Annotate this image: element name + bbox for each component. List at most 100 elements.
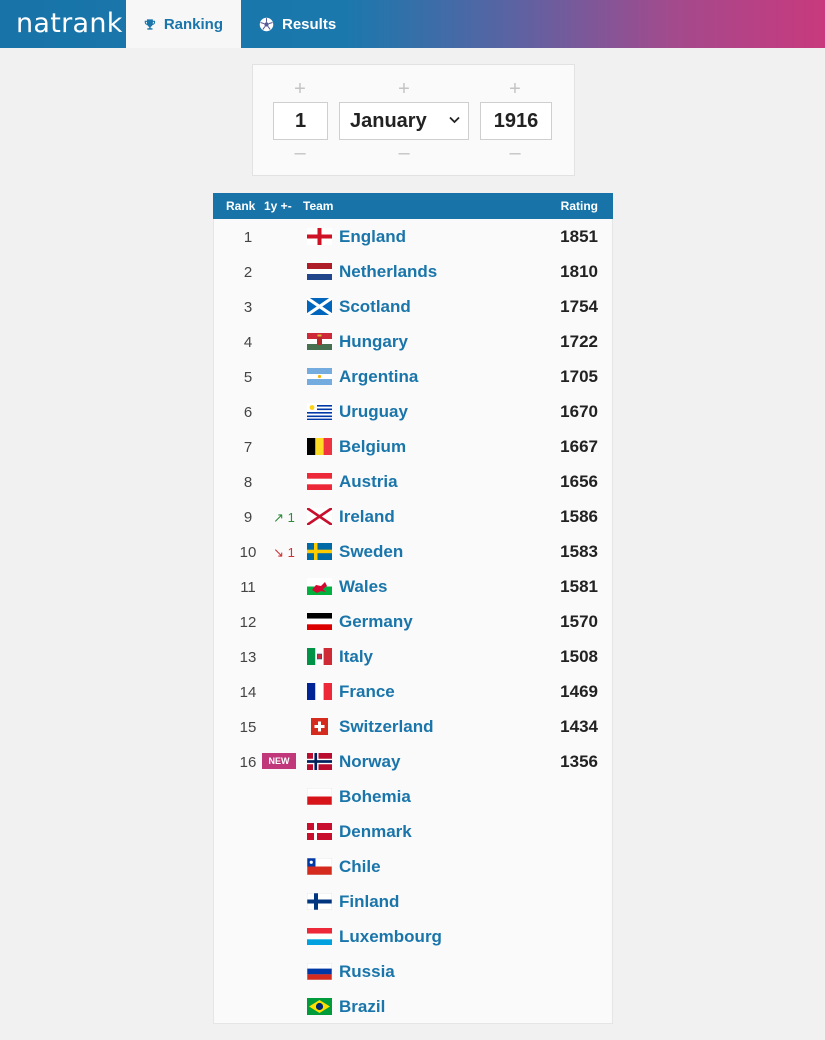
team-link[interactable]: Chile [339,857,381,877]
month-select[interactable]: January [339,102,469,140]
year-input[interactable]: 1916 [480,102,552,140]
trophy-icon [144,18,156,30]
team-link[interactable]: Hungary [339,332,408,352]
month-select-value: January [350,109,427,132]
flag-brazil-icon [307,998,332,1015]
table-row: Brazil [214,989,612,1024]
rank-cell: 2 [243,264,253,281]
day-input[interactable]: 1 [273,102,328,140]
rank-cell: 8 [243,474,253,491]
flag-russia-icon [307,963,332,980]
table-row: Chile [214,849,612,884]
team-link[interactable]: Argentina [339,367,418,387]
year-increment-button[interactable]: + [495,79,535,99]
rank-cell: 3 [243,299,253,316]
table-row: Russia [214,954,612,989]
team-link[interactable]: Netherlands [339,262,437,282]
rank-change: ↗ 1 [273,510,295,525]
table-row: 8 Austria 1656 [214,464,612,499]
rating-cell: 1570 [560,612,598,631]
team-link[interactable]: Norway [339,752,400,772]
logo[interactable]: natrank [16,8,123,39]
team-link[interactable]: Wales [339,577,388,597]
flag-germany-icon [307,613,332,630]
tab-results-label: Results [282,15,337,33]
team-link[interactable]: Italy [339,647,373,667]
rank-cell: 11 [240,579,256,596]
team-link[interactable]: Germany [339,612,413,632]
team-link[interactable]: Scotland [339,297,411,317]
ranking-table: Rank 1y +- Team Rating 1 England 1851 2 Neth… [213,193,613,1024]
team-link[interactable]: Switzerland [339,717,433,737]
rank-cell: 10 [239,544,257,561]
rank-cell: 16 [239,754,257,771]
flag-argentina-icon [307,368,332,385]
header-change[interactable]: 1y +- [264,199,292,213]
rating-cell: 1581 [560,577,598,596]
flag-france-icon [307,683,332,700]
team-link[interactable]: Denmark [339,822,412,842]
day-decrement-button[interactable]: – [280,143,320,163]
team-link[interactable]: England [339,227,406,247]
team-link[interactable]: Belgium [339,437,406,457]
rank-cell: 7 [243,439,253,456]
rank-cell: 13 [239,649,257,666]
team-link[interactable]: Uruguay [339,402,408,422]
team-link[interactable]: Finland [339,892,399,912]
month-increment-button[interactable]: + [384,79,424,99]
header-rank[interactable]: Rank [226,199,255,213]
flag-sweden-icon [307,543,332,560]
month-decrement-button[interactable]: – [384,143,424,163]
team-link[interactable]: Austria [339,472,398,492]
flag-italy-icon [307,648,332,665]
header-team[interactable]: Team [303,199,333,213]
team-link[interactable]: Brazil [339,997,385,1017]
table-row: 16 NEW Norway 1356 [214,744,612,779]
table-row: 14 France 1469 [214,674,612,709]
soccer-ball-icon [259,17,274,31]
rating-cell: 1469 [560,682,598,701]
table-row: 2 Netherlands 1810 [214,254,612,289]
table-row: 15 Switzerland 1434 [214,709,612,744]
flag-england-icon [307,228,332,245]
team-link[interactable]: Ireland [339,507,395,527]
team-link[interactable]: France [339,682,395,702]
team-link[interactable]: Russia [339,962,395,982]
tab-ranking[interactable]: Ranking [126,0,241,48]
day-increment-button[interactable]: + [280,79,320,99]
rating-cell: 1583 [560,542,598,561]
team-link[interactable]: Sweden [339,542,403,562]
flag-finland-icon [307,893,332,910]
flag-switzerland-icon [311,718,328,735]
rating-cell: 1754 [560,297,598,316]
flag-norway-icon [307,753,332,770]
tab-ranking-label: Ranking [163,15,223,33]
year-decrement-button[interactable]: – [495,143,535,163]
header-rating[interactable]: Rating [561,199,598,213]
tab-results[interactable]: Results [241,0,354,48]
flag-chile-icon [307,858,332,875]
rating-cell: 1434 [560,717,598,736]
flag-austria-icon [307,473,332,490]
flag-hungary-icon [307,333,332,350]
top-navbar: natrank Ranking Results [0,0,825,48]
table-row: Luxembourg [214,919,612,954]
team-link[interactable]: Bohemia [339,787,411,807]
rank-cell: 4 [243,334,253,351]
rating-cell: 1810 [560,262,598,281]
rank-cell: 1 [243,229,253,246]
flag-netherlands-icon [307,263,332,280]
rank-cell: 15 [239,719,257,736]
rank-cell: 6 [243,404,253,421]
table-row: 11 Wales 1581 [214,569,612,604]
table-row: 10 ↘ 1 Sweden 1583 [214,534,612,569]
rank-cell: 12 [239,614,257,631]
new-badge: NEW [262,753,296,769]
rating-cell: 1656 [560,472,598,491]
chevron-down-icon [449,116,460,124]
rating-cell: 1722 [560,332,598,351]
rank-cell: 14 [239,684,257,701]
table-row: 9 ↗ 1 Ireland 1586 [214,499,612,534]
team-link[interactable]: Luxembourg [339,927,442,947]
flag-uruguay-icon [307,403,332,420]
